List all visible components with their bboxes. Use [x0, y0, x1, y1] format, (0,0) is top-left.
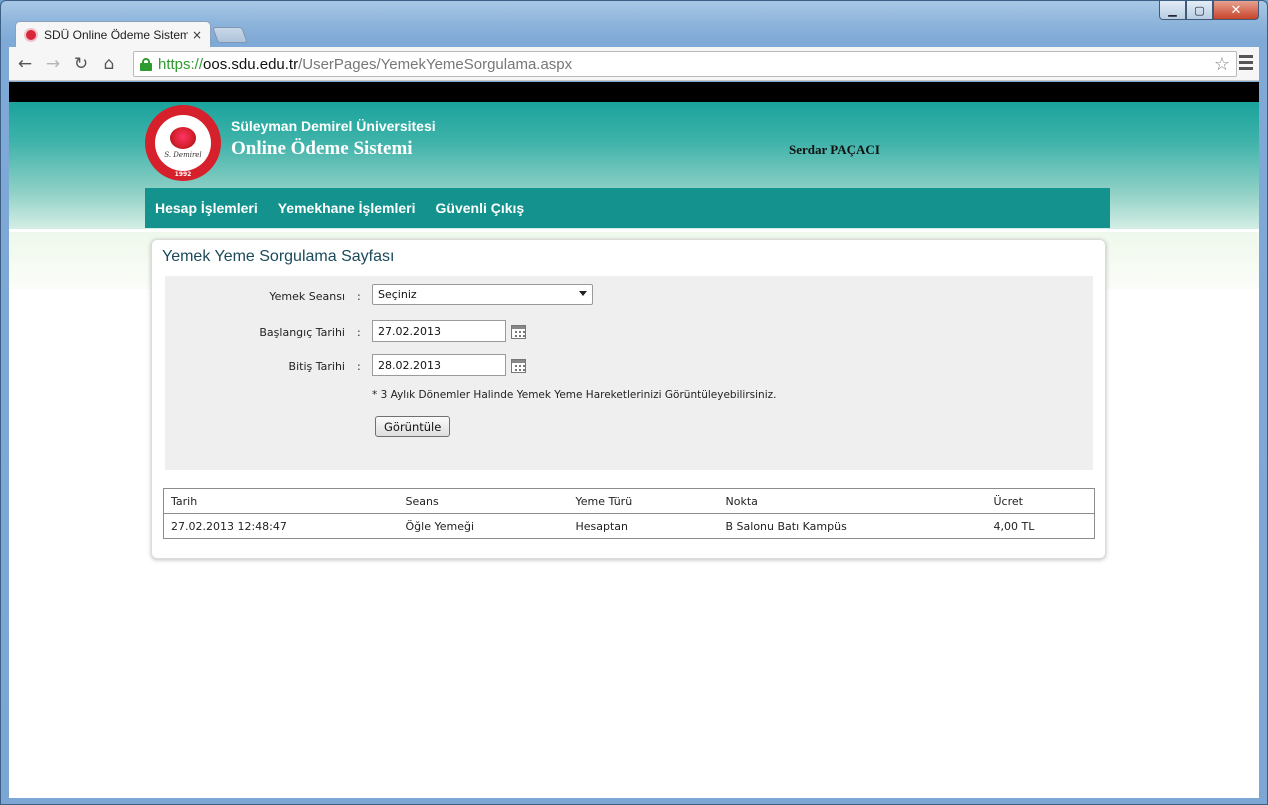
- chevron-down-icon: [579, 291, 587, 296]
- page-title: Yemek Yeme Sorgulama Sayfası: [162, 248, 395, 265]
- close-window-button[interactable]: ✕: [1213, 1, 1259, 20]
- table-cell: Öğle Yemeği: [405, 519, 475, 533]
- colon: :: [357, 326, 361, 339]
- lock-icon: [140, 58, 152, 71]
- column-header: Seans: [405, 494, 439, 508]
- table-cell: B Salonu Batı Kampüs: [725, 519, 847, 533]
- web-page: S. Demirel 1992 Süleyman Demirel Ünivers…: [9, 82, 1259, 798]
- column-header: Yeme Türü: [575, 494, 633, 508]
- nav-yemekhane-islemleri[interactable]: Yemekhane İşlemleri: [278, 200, 416, 216]
- reload-icon[interactable]: ↻: [69, 52, 93, 76]
- user-name: Serdar PAÇACI: [789, 142, 880, 157]
- end-date-input[interactable]: 28.02.2013: [372, 354, 506, 376]
- maximize-button[interactable]: ▢: [1186, 1, 1213, 20]
- session-label: Yemek Seansı: [269, 290, 345, 303]
- favicon-icon: [24, 27, 38, 42]
- home-icon[interactable]: ⌂: [97, 52, 121, 76]
- start-date-label: Başlangıç Tarihi: [259, 326, 345, 339]
- menu-icon[interactable]: [1239, 55, 1253, 73]
- logo-year: 1992: [174, 171, 192, 178]
- table-header-row: Tarih Seans Yeme Türü Nokta Ücret: [163, 488, 1095, 514]
- table-cell: 27.02.2013 12:48:47: [171, 519, 287, 533]
- browser-window: ▁ ▢ ✕ SDÜ Online Ödeme Sistem × ← → ↻ ⌂ …: [0, 0, 1268, 805]
- window-controls: ▁ ▢ ✕: [1159, 1, 1259, 20]
- back-icon[interactable]: ←: [13, 52, 37, 76]
- colon: :: [357, 290, 361, 303]
- table-cell: Hesaptan: [575, 519, 629, 533]
- university-name: Süleyman Demirel Üniversitesi: [231, 118, 436, 134]
- session-select-value: Seçiniz: [378, 288, 417, 301]
- rose-icon: [170, 127, 196, 149]
- calendar-icon[interactable]: [511, 325, 526, 339]
- start-date-input[interactable]: 27.02.2013: [372, 320, 506, 342]
- forward-icon[interactable]: →: [41, 52, 65, 76]
- colon: :: [357, 360, 361, 373]
- view-button[interactable]: Görüntüle: [375, 416, 451, 437]
- column-header: Tarih: [171, 494, 198, 508]
- column-header: Nokta: [725, 494, 758, 508]
- logo-signature: S. Demirel: [164, 151, 202, 159]
- main-nav: Hesap İşlemleri Yemekhane İşlemleri Güve…: [145, 188, 1110, 228]
- university-logo[interactable]: S. Demirel 1992: [145, 105, 221, 181]
- calendar-icon[interactable]: [511, 359, 526, 373]
- table-row: 27.02.2013 12:48:47 Öğle Yemeği Hesaptan…: [163, 513, 1095, 539]
- top-black-bar: [9, 82, 1259, 102]
- column-header: Ücret: [993, 494, 1023, 508]
- browser-tab[interactable]: SDÜ Online Ödeme Sistem ×: [15, 21, 211, 47]
- end-date-label: Bitiş Tarihi: [288, 360, 345, 373]
- table-cell: 4,00 TL: [993, 519, 1035, 533]
- nav-hesap-islemleri[interactable]: Hesap İşlemleri: [155, 200, 258, 216]
- browser-toolbar: ← → ↻ ⌂ https://oos.sdu.edu.tr/UserPages…: [9, 47, 1259, 81]
- query-form: Yemek Seansı : Seçiniz Başlangıç Tarihi …: [165, 276, 1093, 470]
- tab-close-icon[interactable]: ×: [192, 28, 202, 42]
- system-name: Online Ödeme Sistemi: [231, 138, 413, 159]
- session-select[interactable]: Seçiniz: [372, 284, 593, 305]
- divider: [9, 229, 1259, 232]
- nav-guvenli-cikis[interactable]: Güvenli Çıkış: [436, 200, 525, 216]
- results-table: Tarih Seans Yeme Türü Nokta Ücret 27.02.…: [163, 488, 1095, 539]
- content-panel: Yemek Yeme Sorgulama Sayfası Yemek Seans…: [151, 239, 1106, 559]
- site-header: S. Demirel 1992 Süleyman Demirel Ünivers…: [9, 102, 1259, 229]
- url-text: https://oos.sdu.edu.tr/UserPages/YemekYe…: [158, 55, 573, 73]
- new-tab-button[interactable]: [212, 27, 248, 43]
- address-bar[interactable]: https://oos.sdu.edu.tr/UserPages/YemekYe…: [133, 51, 1237, 77]
- tab-title: SDÜ Online Ödeme Sistem: [44, 27, 188, 42]
- minimize-button[interactable]: ▁: [1159, 1, 1186, 20]
- info-note: * 3 Aylık Dönemler Halinde Yemek Yeme Ha…: [372, 389, 777, 401]
- bookmark-star-icon[interactable]: ☆: [1214, 54, 1230, 75]
